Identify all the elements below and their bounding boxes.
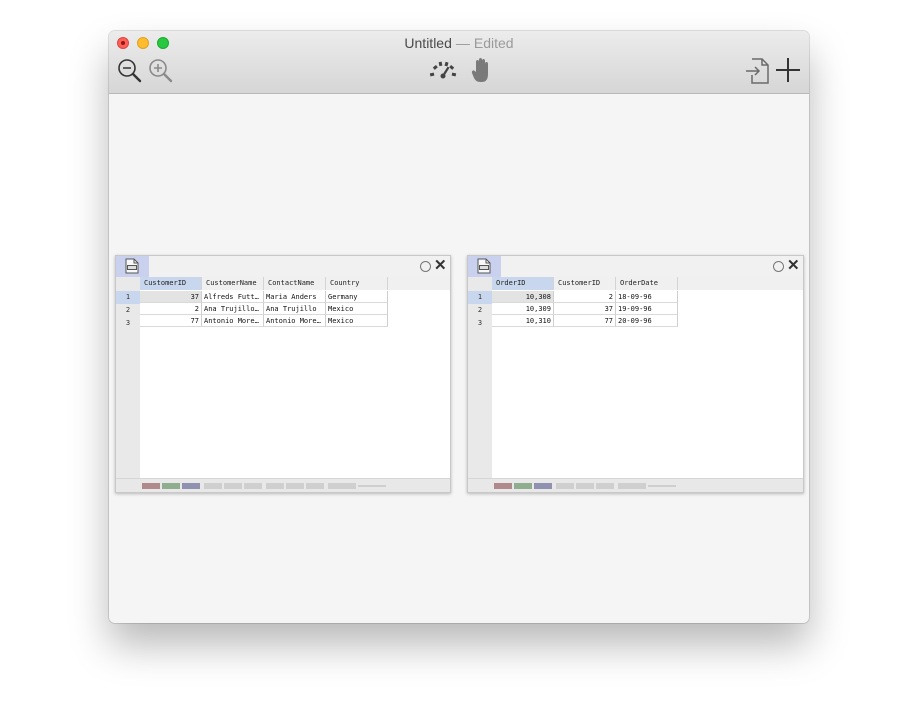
title-bar: Untitled — Edited xyxy=(109,31,809,94)
column-type-swatch xyxy=(596,483,614,489)
document-status: Edited xyxy=(473,35,514,51)
zoom-in-icon[interactable] xyxy=(148,58,174,84)
csv-file-icon xyxy=(477,258,491,274)
row-number[interactable]: 2 xyxy=(116,304,140,317)
table-cell[interactable]: 2 xyxy=(140,303,202,315)
column-type-swatch xyxy=(648,485,676,487)
table-cell[interactable]: 37 xyxy=(140,291,202,303)
row-number[interactable]: 3 xyxy=(468,317,492,330)
customers-table-panel[interactable]: ✕ CustomerID CustomerName ContactName Co… xyxy=(115,255,451,493)
table-cell[interactable]: 10,310 xyxy=(492,315,554,327)
column-header[interactable]: CustomerName xyxy=(202,277,264,290)
column-type-swatch xyxy=(618,483,646,489)
panel-toggle-button[interactable] xyxy=(420,261,431,272)
column-type-swatch xyxy=(556,483,574,489)
row-number[interactable]: 2 xyxy=(468,304,492,317)
window-title: Untitled — Edited xyxy=(109,35,809,51)
table-cell[interactable]: Alfreds Futter… xyxy=(202,291,264,303)
table-cell[interactable]: Antonio Moreno… xyxy=(202,315,264,327)
table-cell[interactable]: Ana Trujillo xyxy=(264,303,326,315)
orders-table-panel[interactable]: ✕ OrderID CustomerID OrderDate 1 2 3 10,… xyxy=(467,255,804,493)
column-type-swatch xyxy=(142,483,160,489)
column-header[interactable]: Country xyxy=(326,277,388,290)
column-type-swatch xyxy=(204,483,222,489)
column-type-swatch xyxy=(162,483,180,489)
hand-icon[interactable] xyxy=(471,57,491,84)
column-type-swatch xyxy=(306,483,324,489)
column-type-footer xyxy=(468,478,803,492)
speedometer-icon[interactable] xyxy=(429,59,457,81)
document-name: Untitled xyxy=(404,35,452,51)
column-header[interactable]: ContactName xyxy=(264,277,326,290)
column-header[interactable]: OrderID xyxy=(492,277,554,290)
column-type-swatch xyxy=(266,483,284,489)
table-cell[interactable]: Maria Anders xyxy=(264,291,326,303)
table-cell[interactable]: Germany xyxy=(326,291,388,303)
column-type-swatch xyxy=(534,483,552,489)
panel-close-button[interactable]: ✕ xyxy=(434,257,447,275)
panel-header xyxy=(468,256,803,277)
column-type-swatch xyxy=(576,483,594,489)
import-icon[interactable] xyxy=(745,57,771,85)
table-cell[interactable]: 10,309 xyxy=(492,303,554,315)
column-type-swatch xyxy=(244,483,262,489)
column-type-swatch xyxy=(494,483,512,489)
row-number[interactable]: 1 xyxy=(468,291,492,304)
csv-file-tab[interactable] xyxy=(468,256,501,277)
add-icon[interactable] xyxy=(775,57,801,83)
column-type-swatch xyxy=(328,483,356,489)
column-type-swatch xyxy=(514,483,532,489)
column-type-swatch xyxy=(286,483,304,489)
table-cell[interactable]: 10,308 xyxy=(492,291,554,303)
table-cell[interactable]: Mexico xyxy=(326,315,388,327)
column-header[interactable]: CustomerID xyxy=(140,277,202,290)
panel-toggle-button[interactable] xyxy=(773,261,784,272)
table-cell[interactable]: 18-09-96 xyxy=(616,291,678,303)
row-number[interactable]: 1 xyxy=(116,291,140,304)
table-cell[interactable]: 20-09-96 xyxy=(616,315,678,327)
panel-header xyxy=(116,256,450,277)
table-cell[interactable]: Mexico xyxy=(326,303,388,315)
column-header[interactable]: OrderDate xyxy=(616,277,678,290)
table-cell[interactable]: Antonio Moreno xyxy=(264,315,326,327)
table-cell[interactable]: 37 xyxy=(554,303,616,315)
column-type-swatch xyxy=(224,483,242,489)
zoom-out-icon[interactable] xyxy=(117,58,143,84)
title-separator: — xyxy=(455,35,470,51)
column-header[interactable]: CustomerID xyxy=(554,277,616,290)
table-cell[interactable]: 77 xyxy=(554,315,616,327)
table-cell[interactable]: 19-09-96 xyxy=(616,303,678,315)
column-type-swatch xyxy=(358,485,386,487)
row-number[interactable]: 3 xyxy=(116,317,140,330)
table-cell[interactable]: Ana Trujillo E… xyxy=(202,303,264,315)
column-type-swatch xyxy=(182,483,200,489)
table-cell[interactable]: 2 xyxy=(554,291,616,303)
app-window: Untitled — Edited ✕ CustomerID CustomerN… xyxy=(109,31,809,623)
column-type-footer xyxy=(116,478,450,492)
table-cell[interactable]: 77 xyxy=(140,315,202,327)
csv-file-tab[interactable] xyxy=(116,256,149,277)
csv-file-icon xyxy=(125,258,139,274)
panel-close-button[interactable]: ✕ xyxy=(787,257,800,275)
